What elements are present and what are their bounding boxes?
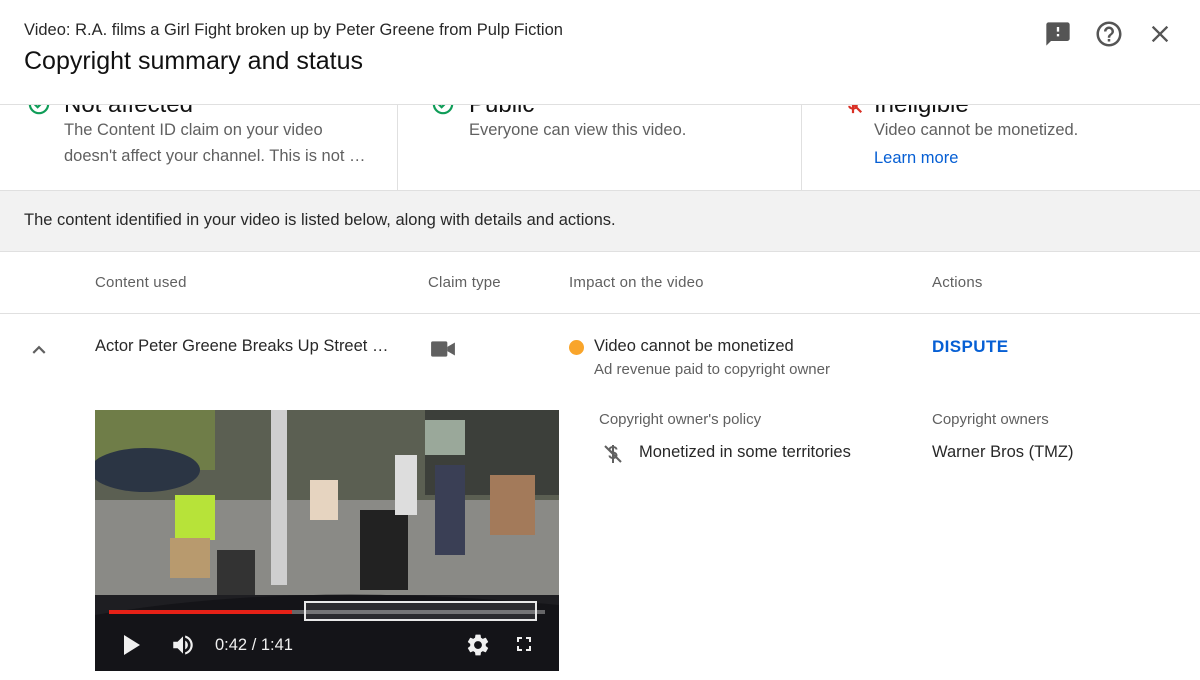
volume-button[interactable] — [169, 632, 197, 663]
progress-bar[interactable] — [109, 601, 545, 621]
status-description-line: The Content ID claim on your video — [64, 121, 323, 139]
owners-label: Copyright owners — [932, 411, 1049, 428]
time-display: 0:42 / 1:41 — [215, 636, 293, 654]
help-icon[interactable] — [1093, 18, 1125, 50]
impact-subtext: Ad revenue paid to copyright owner — [594, 361, 830, 378]
video-title: Video: R.A. films a Girl Fight broken up… — [24, 21, 563, 39]
collapse-row-button[interactable] — [26, 337, 52, 363]
status-card-monetization: Ineligible Video cannot be monetized. Le… — [801, 105, 1200, 191]
video-camera-icon — [430, 338, 456, 365]
check-circle-icon — [432, 105, 454, 115]
page-title: Copyright summary and status — [24, 47, 364, 75]
feedback-icon[interactable] — [1042, 18, 1074, 50]
progress-played — [109, 610, 293, 614]
dollar-off-icon — [848, 105, 863, 114]
status-card-visibility: Public Everyone can view this video. — [397, 105, 801, 191]
status-summary: Not affected The Content ID claim on you… — [0, 104, 1200, 191]
status-description: Everyone can view this video. — [469, 121, 687, 139]
status-description: Video cannot be monetized. — [874, 121, 1079, 139]
chevron-up-icon — [32, 345, 46, 354]
impact-status-dot — [569, 340, 584, 355]
play-icon — [124, 635, 140, 655]
content-title: Actor Peter Greene Breaks Up Street Fi… — [95, 337, 395, 355]
dialog-header: Video: R.A. films a Girl Fight broken up… — [0, 0, 1200, 104]
fullscreen-icon — [517, 637, 531, 651]
gear-icon — [467, 634, 489, 656]
status-description-line: doesn't affect your channel. This is not… — [64, 147, 366, 165]
dispute-button[interactable]: DISPUTE — [932, 337, 1008, 357]
policy-value: Monetized in some territories — [639, 443, 851, 461]
fullscreen-button[interactable] — [512, 632, 536, 661]
status-card-channel: Not affected The Content ID claim on you… — [0, 105, 397, 191]
play-button[interactable] — [121, 632, 143, 663]
learn-more-link[interactable]: Learn more — [874, 149, 958, 168]
column-header-claim-type: Claim type — [428, 274, 501, 291]
column-header-impact: Impact on the video — [569, 274, 704, 291]
table-header: Content used Claim type Impact on the vi… — [0, 252, 1200, 314]
check-circle-icon — [28, 105, 50, 115]
status-description: The Content ID claim on your video doesn… — [64, 117, 366, 169]
column-header-content-used: Content used — [95, 274, 187, 291]
video-player[interactable]: 0:42 / 1:41 — [95, 410, 559, 671]
banner-text: The content identified in your video is … — [24, 211, 616, 229]
info-banner: The content identified in your video is … — [0, 191, 1200, 252]
progress-preview-segment — [304, 601, 537, 621]
policy-label: Copyright owner's policy — [599, 411, 762, 428]
owners-value: Warner Bros (TMZ) — [932, 443, 1074, 461]
settings-button[interactable] — [465, 632, 491, 663]
impact-status: Video cannot be monetized — [594, 337, 794, 355]
column-header-actions: Actions — [932, 274, 983, 291]
volume-icon — [173, 635, 193, 655]
close-icon[interactable] — [1144, 18, 1176, 50]
money-off-icon — [601, 442, 625, 471]
